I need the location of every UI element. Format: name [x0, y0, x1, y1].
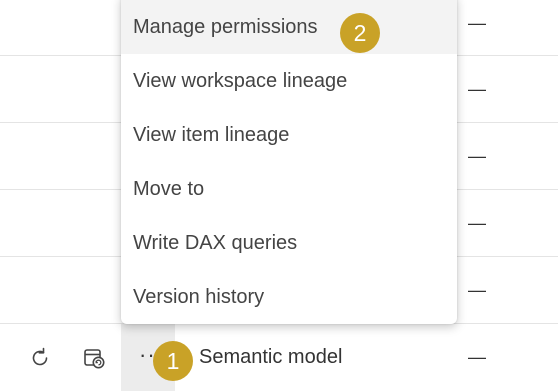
menu-item-write-dax-queries[interactable]: Write DAX queries — [121, 216, 457, 270]
menu-item-move-to[interactable]: Move to — [121, 162, 457, 216]
row-value-dash: — — [468, 213, 486, 233]
menu-item-view-item-lineage[interactable]: View item lineage — [121, 108, 457, 162]
row-value-dash: — — [468, 347, 486, 367]
context-menu: Manage permissions View workspace lineag… — [121, 0, 457, 324]
item-type-label: Semantic model — [199, 346, 343, 368]
row-value-dash: — — [468, 79, 486, 99]
refresh-icon[interactable] — [28, 346, 52, 370]
menu-item-label: View item lineage — [133, 123, 290, 146]
menu-item-label: Write DAX queries — [133, 231, 298, 254]
row-value-dash: — — [468, 280, 486, 300]
step-1-callout-badge: 1 — [153, 341, 193, 381]
row-value-dash: — — [468, 13, 486, 33]
menu-item-view-workspace-lineage[interactable]: View workspace lineage — [121, 54, 457, 108]
menu-item-label: Manage permissions — [133, 15, 318, 38]
schedule-refresh-icon[interactable] — [82, 346, 106, 370]
menu-item-label: View workspace lineage — [133, 69, 348, 92]
menu-item-manage-permissions[interactable]: Manage permissions — [121, 0, 457, 54]
menu-item-label: Version history — [133, 285, 265, 308]
step-2-callout-badge: 2 — [340, 13, 380, 53]
menu-item-label: Move to — [133, 177, 205, 200]
menu-item-version-history[interactable]: Version history — [121, 270, 457, 324]
row-value-dash: — — [468, 146, 486, 166]
